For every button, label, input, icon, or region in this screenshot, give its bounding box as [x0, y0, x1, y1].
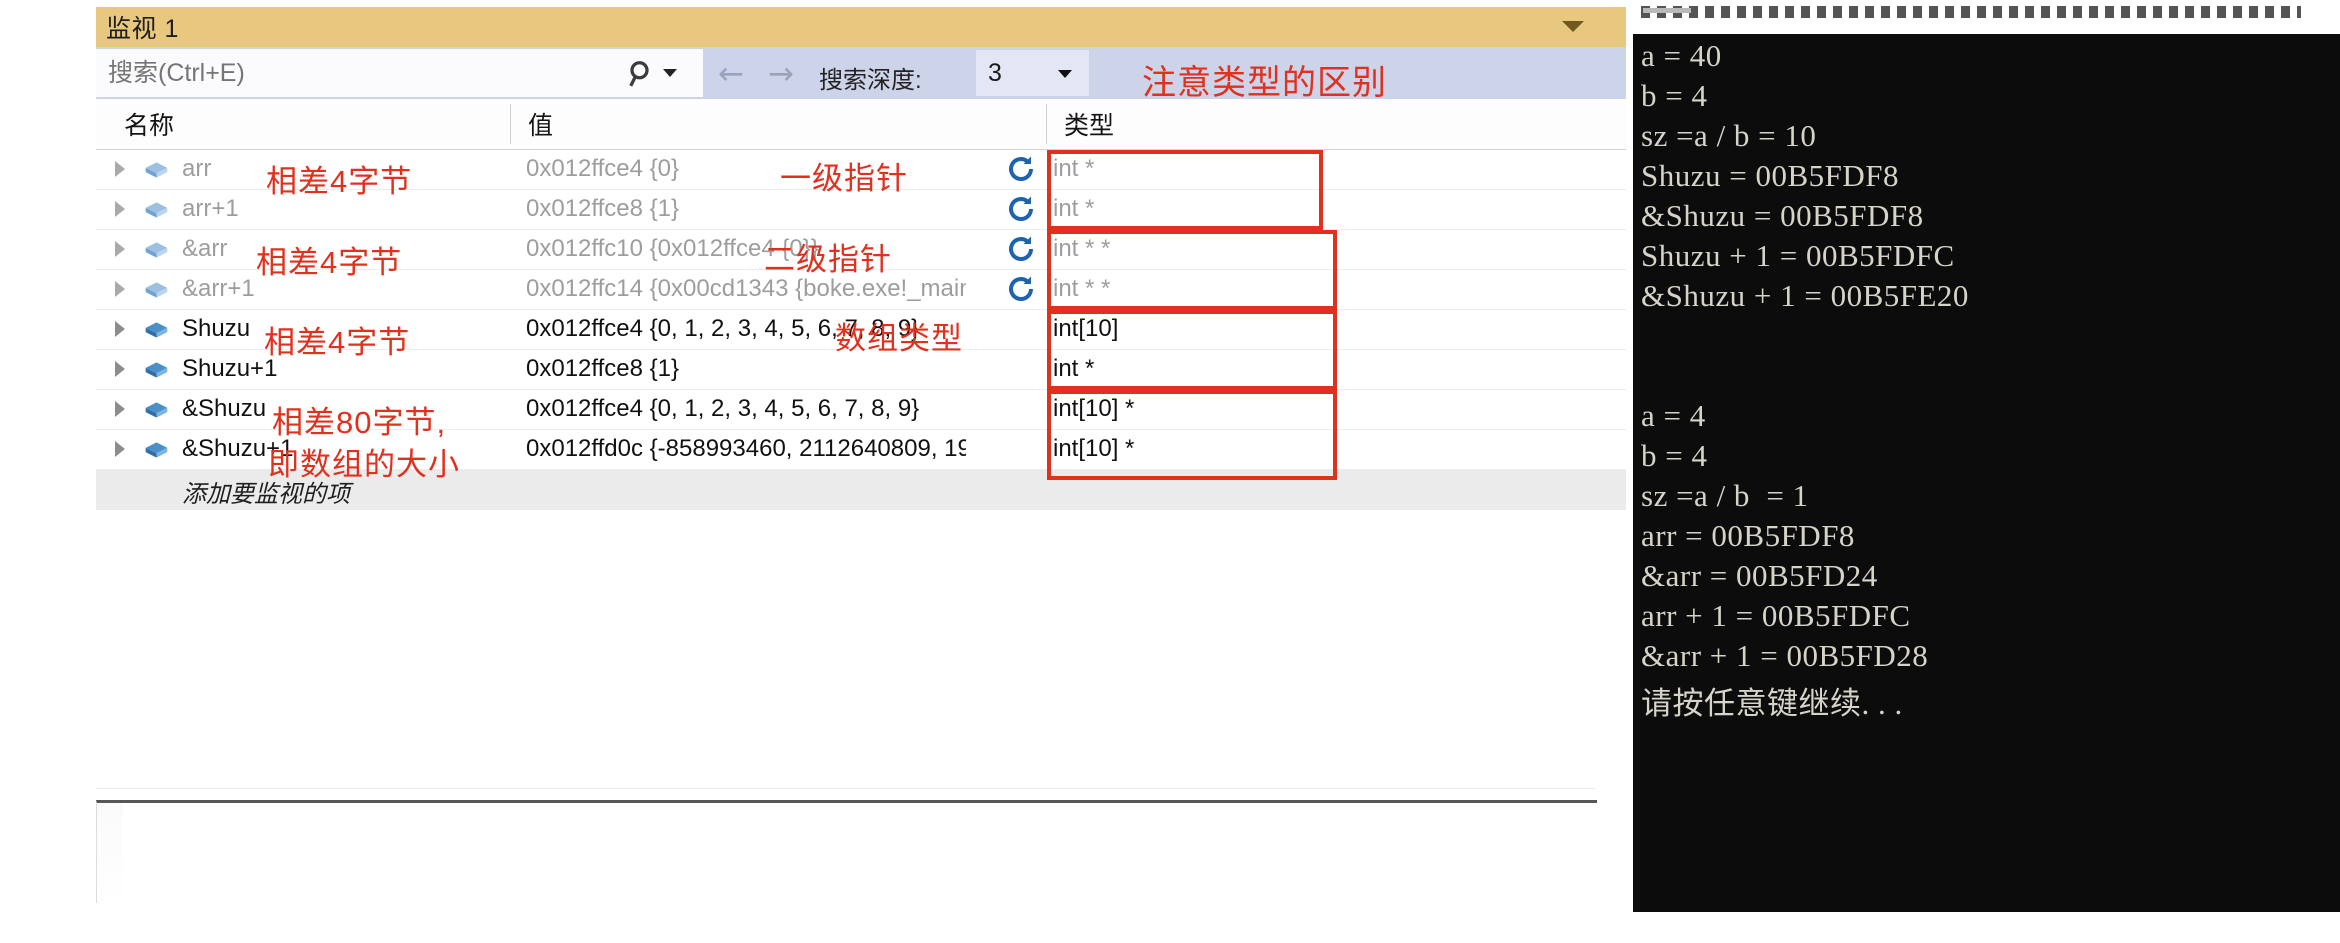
column-divider[interactable]: [1046, 104, 1047, 144]
chevron-down-icon[interactable]: [1562, 21, 1584, 32]
row-value[interactable]: 0x012ffce4 {0, 1, 2, 3, 4, 5, 6, 7, 8, 9…: [526, 395, 966, 423]
chevron-down-icon[interactable]: [663, 69, 677, 77]
variable-icon: [145, 402, 168, 418]
row-name: &arr+1: [182, 275, 255, 302]
annotation-first-level-pointer: 一级指针: [780, 161, 908, 196]
variable-icon: [145, 162, 168, 178]
row-name: Shuzu: [182, 315, 251, 342]
watch-window-titlebar[interactable]: 监视 1: [96, 7, 1626, 47]
variable-icon: [145, 322, 168, 338]
console-line: b = 4: [1641, 78, 1708, 113]
type-group-box-pointer2: [1047, 230, 1337, 310]
console-titlebar[interactable]: [1633, 0, 2340, 34]
bottom-panel-content: [123, 803, 1597, 900]
refresh-icon[interactable]: [1006, 234, 1036, 264]
refresh-icon[interactable]: [1006, 274, 1036, 304]
expand-arrow-icon[interactable]: [115, 241, 125, 257]
annotation-type-difference: 注意类型的区别: [1142, 64, 1387, 102]
row-value[interactable]: 0x012ffc14 {0x00cd1343 {boke.exe!_mainCR…: [526, 275, 966, 303]
row-value[interactable]: 0x012ffd0c {-858993460, 2112640809, 1992…: [526, 435, 966, 463]
watch-toolbar: ← → 搜索深度: 3 注意类型的区别: [96, 47, 1626, 102]
console-line: 请按任意键继续. . .: [1641, 686, 1903, 721]
row-name: &Shuzu: [182, 395, 267, 422]
console-line: &Shuzu + 1 = 00B5FE20: [1641, 278, 1969, 313]
variable-icon: [145, 202, 168, 218]
search-input[interactable]: [106, 57, 580, 89]
back-arrow-icon[interactable]: ←: [718, 59, 744, 90]
expand-arrow-icon[interactable]: [115, 401, 125, 417]
expand-arrow-icon[interactable]: [115, 441, 125, 457]
console-title-text-clipped: [1641, 6, 2301, 18]
grid-header-row: 名称 值 类型: [96, 99, 1626, 150]
annotation-diff-4-bytes-2: 相差4字节: [256, 245, 403, 280]
search-depth-select[interactable]: 3: [976, 50, 1089, 96]
console-line: &arr = 00B5FD24: [1641, 558, 1878, 593]
column-header-value[interactable]: 值: [514, 99, 1044, 149]
console-line: a = 4: [1641, 398, 1706, 433]
console-line: Shuzu + 1 = 00B5FDFC: [1641, 238, 1955, 273]
expand-arrow-icon[interactable]: [115, 161, 125, 177]
console-line: arr = 00B5FDF8: [1641, 518, 1855, 553]
refresh-icon[interactable]: [1006, 154, 1036, 184]
console-line: a = 40: [1641, 38, 1722, 73]
row-name: &arr: [182, 235, 228, 262]
column-header-name[interactable]: 名称: [110, 99, 510, 149]
annotation-array-type: 数组类型: [835, 321, 963, 356]
row-value[interactable]: 0x012ffce8 {1}: [526, 355, 966, 383]
search-icon[interactable]: [627, 59, 657, 89]
console-line: sz =a / b = 1: [1641, 478, 1809, 513]
type-group-box-array: [1047, 310, 1337, 390]
console-line: arr + 1 = 00B5FDFC: [1641, 598, 1911, 633]
expand-arrow-icon[interactable]: [115, 321, 125, 337]
annotation-diff-80-bytes: 相差80字节,: [272, 405, 447, 440]
watch-grid: 名称 值 类型 arr 0x012ffce4 {0} int * arr+1 0…: [96, 99, 1626, 619]
annotation-diff-4-bytes-3: 相差4字节: [264, 325, 411, 360]
search-depth-value: 3: [988, 59, 1002, 87]
type-group-box-array-pointer: [1047, 390, 1337, 480]
console-line: Shuzu = 00B5FDF8: [1641, 158, 1900, 193]
refresh-icon[interactable]: [1006, 194, 1036, 224]
variable-icon: [145, 442, 168, 458]
search-box[interactable]: [96, 49, 703, 97]
annotation-second-level-pointer: 二级指针: [764, 242, 892, 277]
row-value[interactable]: 0x012ffce8 {1}: [526, 195, 966, 223]
variable-icon: [145, 282, 168, 298]
watch-window: 监视 1 ← → 搜索深度: 3 注意类型的区别 名称 值 类型: [96, 7, 1626, 697]
expand-arrow-icon[interactable]: [115, 281, 125, 297]
watch-window-title: 监视 1: [106, 15, 179, 43]
expand-arrow-icon[interactable]: [115, 361, 125, 377]
forward-arrow-icon[interactable]: →: [768, 59, 794, 90]
annotation-diff-4-bytes-1: 相差4字节: [266, 164, 413, 199]
console-window: a = 40 b = 4 sz =a / b = 10 Shuzu = 00B5…: [1633, 0, 2340, 943]
expand-arrow-icon[interactable]: [115, 201, 125, 217]
console-line: sz =a / b = 10: [1641, 118, 1817, 153]
console-output[interactable]: a = 40 b = 4 sz =a / b = 10 Shuzu = 00B5…: [1633, 34, 2340, 912]
row-name: arr: [182, 155, 212, 182]
type-group-box-pointer1: [1047, 150, 1323, 230]
console-line: &arr + 1 = 00B5FD28: [1641, 638, 1929, 673]
row-value[interactable]: 0x012ffc10 {0x012ffce4 {0}}: [526, 235, 966, 263]
console-title-icon: [1643, 8, 1691, 13]
bottom-panel: [96, 800, 1597, 903]
variable-icon: [145, 362, 168, 378]
annotation-array-size: 即数组的大小: [268, 447, 460, 482]
column-header-type[interactable]: 类型: [1050, 99, 1350, 149]
column-divider[interactable]: [510, 104, 511, 144]
search-depth-label: 搜索深度:: [819, 67, 922, 94]
panel-separator: [96, 788, 1596, 789]
row-name: arr+1: [182, 195, 239, 222]
variable-icon: [145, 242, 168, 258]
chevron-down-icon[interactable]: [1058, 70, 1072, 78]
console-line: b = 4: [1641, 438, 1708, 473]
console-line: &Shuzu = 00B5FDF8: [1641, 198, 1924, 233]
